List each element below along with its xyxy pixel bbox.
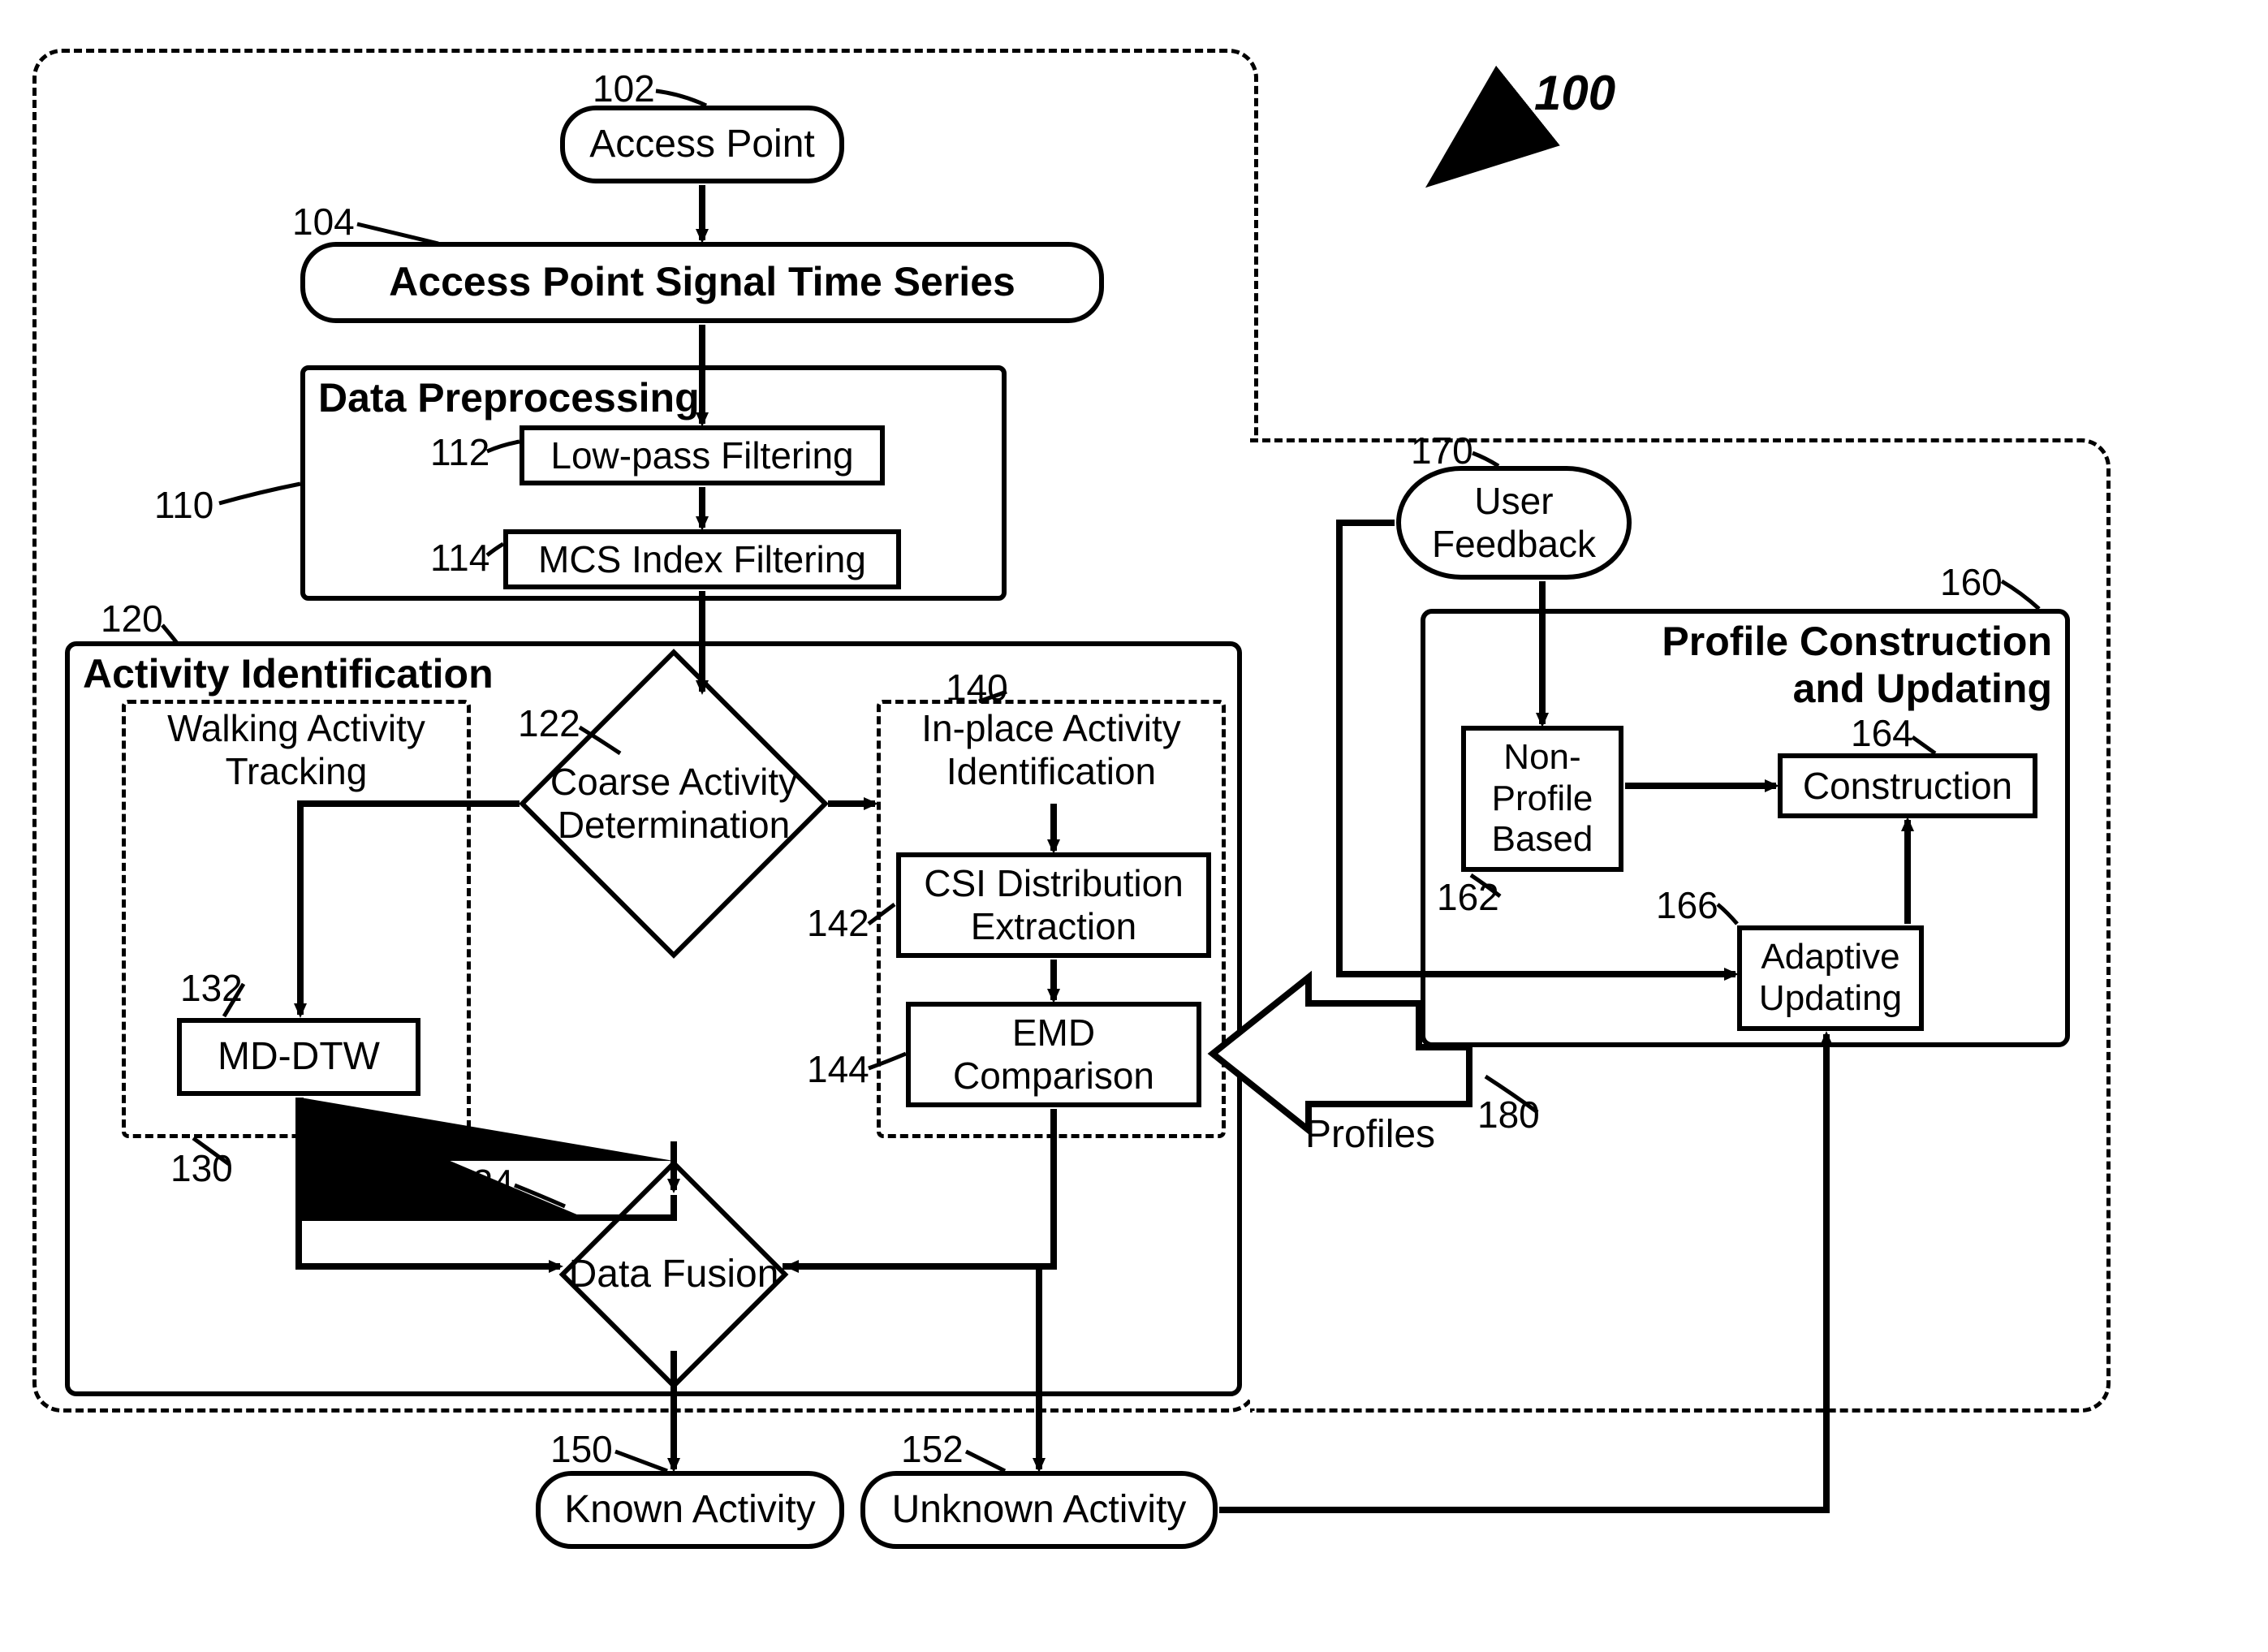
text-unknown: Unknown Activity (892, 1487, 1187, 1532)
title-activity-id: Activity Identification (83, 651, 494, 698)
text-emd: EMD Comparison (953, 1011, 1154, 1098)
node-adaptive: Adaptive Updating (1737, 925, 1924, 1031)
ref-160: 160 (1940, 560, 2003, 604)
title-walking: Walking Activity Tracking (126, 707, 467, 793)
text-known: Known Activity (564, 1487, 815, 1532)
text-feedback: User Feedback (1432, 480, 1596, 566)
text-coarse: Coarse Activity Determination (475, 682, 873, 925)
ref-110: 110 (154, 483, 213, 527)
text-nonprofile: Non- Profile Based (1492, 737, 1593, 861)
ref-132: 132 (180, 966, 243, 1010)
ref-164: 164 (1851, 711, 1913, 755)
diamond-coarse: Coarse Activity Determination (475, 682, 873, 925)
node-emd: EMD Comparison (906, 1002, 1201, 1107)
text-signal-series: Access Point Signal Time Series (389, 259, 1015, 306)
text-construction: Construction (1803, 765, 2012, 808)
title-preproc: Data Preprocessing (318, 375, 700, 422)
ref-162: 162 (1437, 875, 1499, 919)
ref-104: 104 (292, 200, 355, 244)
node-csi: CSI Distribution Extraction (896, 852, 1211, 958)
ref-114: 114 (430, 536, 489, 580)
node-signal-series: Access Point Signal Time Series (300, 242, 1104, 323)
node-nonprofile: Non- Profile Based (1461, 726, 1623, 872)
title-inplace: In-place Activity Identification (881, 707, 1222, 793)
node-feedback: User Feedback (1396, 466, 1632, 580)
text-profiles: Profiles (1305, 1112, 1435, 1157)
text-adaptive: Adaptive Updating (1759, 937, 1902, 1019)
text-csi: CSI Distribution Extraction (924, 862, 1184, 948)
text-access-point: Access Point (589, 122, 814, 166)
node-construction: Construction (1778, 753, 2037, 818)
ref-180: 180 (1477, 1093, 1540, 1137)
text-lowpass: Low-pass Filtering (550, 434, 853, 477)
ref-102: 102 (593, 67, 655, 110)
ref-166: 166 (1656, 883, 1718, 927)
node-access-point: Access Point (560, 106, 844, 183)
ref-112: 112 (430, 430, 489, 474)
diamond-data-fusion: Data Fusion (487, 1169, 860, 1380)
title-profile: Profile Construction and Updating (1662, 619, 2052, 712)
ref-150: 150 (550, 1427, 613, 1471)
text-data-fusion: Data Fusion (487, 1169, 860, 1380)
ref-130: 130 (170, 1146, 233, 1190)
ref-144: 144 (807, 1047, 869, 1091)
node-lowpass: Low-pass Filtering (520, 425, 885, 485)
ref-142: 142 (807, 901, 869, 945)
ref-152: 152 (901, 1427, 964, 1471)
node-unknown: Unknown Activity (860, 1471, 1218, 1549)
node-mcs: MCS Index Filtering (503, 529, 901, 589)
text-mcs: MCS Index Filtering (538, 538, 866, 581)
node-mddtw: MD-DTW (177, 1018, 420, 1096)
fig-id-label: 100 (1534, 65, 1615, 121)
node-known: Known Activity (536, 1471, 844, 1549)
ref-120: 120 (101, 597, 163, 641)
text-mddtw: MD-DTW (218, 1034, 380, 1079)
